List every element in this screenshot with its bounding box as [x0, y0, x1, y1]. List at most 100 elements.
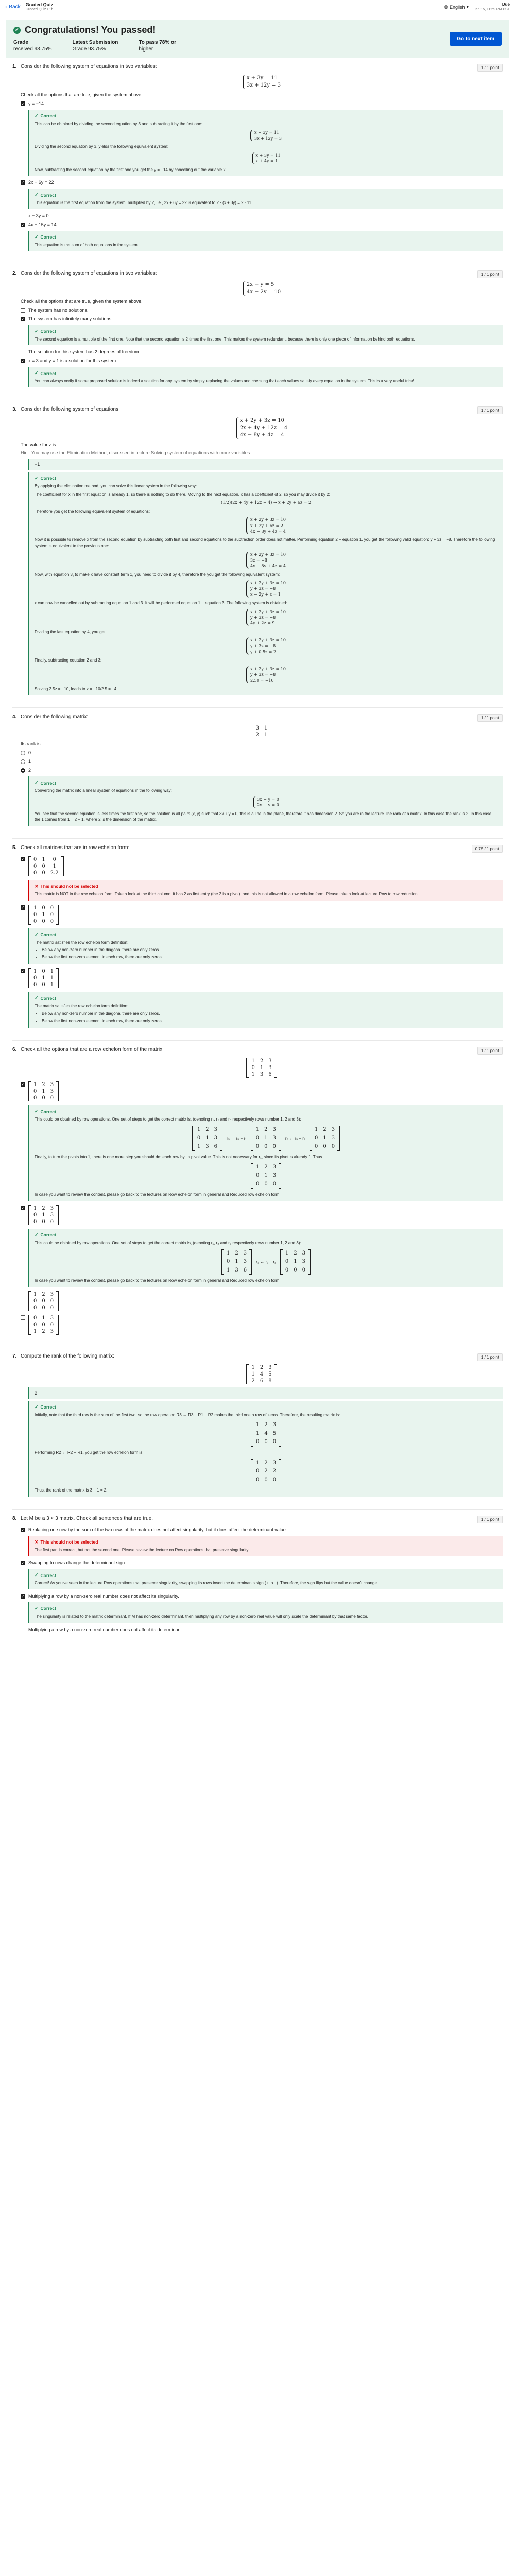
- feedback-text: The matrix satisfies the row echelon for…: [35, 940, 129, 945]
- matrix-cell: 1: [251, 1371, 255, 1377]
- option[interactable]: ✓ Replacing one row by the sum of the tw…: [21, 1527, 503, 1532]
- option[interactable]: ✓ 100010000: [21, 904, 503, 925]
- checkbox-unchecked[interactable]: [21, 1627, 25, 1632]
- matrix-cell: 0: [33, 1212, 37, 1218]
- checkbox-checked[interactable]: ✓: [21, 101, 25, 106]
- checkbox-unchecked[interactable]: [21, 1315, 25, 1320]
- matrix-cell: 0: [53, 856, 56, 862]
- option[interactable]: 123000000: [21, 1291, 503, 1311]
- option[interactable]: ✓ The system has infinitely many solutio…: [21, 316, 503, 321]
- matrix-cell: 0: [42, 863, 45, 869]
- matrix-row: 013: [312, 1134, 337, 1143]
- option[interactable]: ✓ 101011001: [21, 968, 503, 989]
- answer-box[interactable]: 2: [28, 1387, 503, 1399]
- option[interactable]: Multiplying a row by a non-zero real num…: [21, 1627, 503, 1632]
- equation: x + 3y = 11: [254, 130, 279, 135]
- matrix-cell: 1: [264, 725, 268, 732]
- matrix-cell: 0: [255, 1439, 260, 1445]
- checkbox-checked[interactable]: ✓: [21, 1082, 25, 1087]
- feedback-text: You see that the second equation is less…: [35, 811, 492, 822]
- checkbox-checked[interactable]: ✓: [21, 856, 25, 861]
- option[interactable]: 1: [21, 759, 503, 765]
- option[interactable]: 0: [21, 750, 503, 756]
- feedback-text: This equation is the first equation from…: [35, 200, 253, 206]
- equation: 2x + y = 0: [257, 803, 279, 808]
- matrix-cell: 2: [323, 1126, 327, 1132]
- checkbox-checked[interactable]: ✓: [21, 1594, 25, 1599]
- feedback-text: The singularity is related to the matrix…: [35, 1614, 368, 1619]
- option[interactable]: x + 3y = 0: [21, 213, 503, 219]
- equation: 2.5z = −10: [250, 678, 274, 683]
- radio-checked[interactable]: [21, 768, 25, 773]
- radio-unchecked[interactable]: [21, 751, 25, 756]
- matrix-cell: 2: [42, 1206, 45, 1212]
- question-8: 8. Let M be a 3 × 3 matrix. Check all se…: [12, 1510, 503, 1644]
- matrix-cell: 5: [268, 1371, 272, 1377]
- feedback-list-item: Below the first non-zero element in each…: [42, 954, 497, 960]
- option[interactable]: ✓ y = −14: [21, 101, 503, 106]
- matrix-cell: 1: [323, 1135, 327, 1141]
- equation: x − 2y + z = 1: [250, 592, 281, 597]
- equation-system: 2x − y = 5 4x − 2y = 10: [21, 281, 503, 296]
- checkbox-checked[interactable]: ✓: [21, 969, 25, 974]
- matrix-cell: 0: [226, 1259, 230, 1265]
- matrix: 013000123: [28, 1314, 59, 1335]
- option[interactable]: ✓ 2x + 6y = 22: [21, 180, 503, 185]
- option[interactable]: ✓ 123013000: [21, 1205, 503, 1226]
- checkbox-checked[interactable]: ✓: [21, 223, 25, 228]
- checkbox-unchecked[interactable]: [21, 350, 25, 355]
- back-link[interactable]: ‹ Back: [5, 4, 21, 10]
- matrix-cell: 2: [260, 1364, 264, 1370]
- checkbox-checked[interactable]: ✓: [21, 905, 25, 910]
- matrix-cell: 2.2: [50, 870, 59, 876]
- checkbox-unchecked[interactable]: [21, 1291, 25, 1296]
- option[interactable]: ✓ Swapping to rows change the determinan…: [21, 1560, 503, 1566]
- answer-box[interactable]: −1: [28, 458, 503, 470]
- matrix-cell: 0: [42, 1219, 45, 1225]
- next-item-button[interactable]: Go to next item: [450, 32, 502, 46]
- feedback-title: Correct: [40, 192, 56, 198]
- equation: y + 3z = −8: [250, 643, 276, 649]
- question-text: Consider the following matrix:: [21, 714, 89, 720]
- radio-unchecked[interactable]: [21, 759, 25, 765]
- option[interactable]: 013000123: [21, 1314, 503, 1335]
- checkbox-unchecked[interactable]: [21, 214, 25, 219]
- matrix-cell: 5: [272, 1430, 277, 1436]
- option[interactable]: ✓ x = 3 and y = 1 is a solution for this…: [21, 358, 503, 364]
- checkbox-checked[interactable]: ✓: [21, 1206, 25, 1211]
- checkbox-checked[interactable]: ✓: [21, 1561, 25, 1566]
- option-label: Swapping to rows change the determinant …: [28, 1560, 126, 1566]
- matrix-row: 136: [224, 1266, 249, 1275]
- matrix-cell: 3: [302, 1250, 306, 1256]
- checkbox-checked[interactable]: ✓: [21, 180, 25, 185]
- matrix-cell: 3: [272, 1126, 276, 1132]
- matrix-cell: 2: [42, 1328, 45, 1334]
- matrix: 123145000: [250, 1421, 282, 1447]
- matrix-cell: 2: [235, 1250, 238, 1256]
- option[interactable]: ✓ 123013000: [21, 1081, 503, 1102]
- option[interactable]: The system has no solutions.: [21, 308, 503, 313]
- option[interactable]: ✓ 4x + 15y = 14: [21, 222, 503, 228]
- matrix: 100010000: [28, 904, 59, 925]
- feedback-title: Correct: [40, 1606, 56, 1612]
- checkbox-checked[interactable]: ✓: [21, 316, 25, 321]
- language-selector[interactable]: ◍ English ▾: [444, 4, 469, 10]
- option-label: Replacing one row by the sum of the two …: [28, 1527, 287, 1532]
- equation: y + 0.5z = 2: [250, 649, 277, 654]
- equation: y + 3z = −8: [250, 586, 276, 591]
- matrix: 123013000: [280, 1249, 311, 1275]
- option[interactable]: 2: [21, 768, 503, 773]
- feedback-text: By applying the elimination method, you …: [35, 484, 197, 488]
- feedback-title: Correct: [40, 1572, 56, 1578]
- option[interactable]: ✓ Multiplying a row by a non-zero real n…: [21, 1594, 503, 1599]
- option[interactable]: The solution for this system has 2 degre…: [21, 349, 503, 355]
- matrix-row: 31: [253, 725, 270, 732]
- checkbox-checked[interactable]: ✓: [21, 359, 25, 364]
- checkbox-unchecked[interactable]: [21, 308, 25, 313]
- equation: x + 2y + 3z = 10: [250, 552, 286, 557]
- option[interactable]: ✓ 0 1 0 0 0 1 0 0 2.2: [21, 856, 503, 876]
- feedback-text: Performing R2 ← R2 − R1, you get the row…: [35, 1450, 144, 1455]
- matrix-cell: 3: [272, 1460, 277, 1466]
- checkbox-checked[interactable]: ✓: [21, 1527, 25, 1532]
- question-number: 6.: [12, 1047, 17, 1053]
